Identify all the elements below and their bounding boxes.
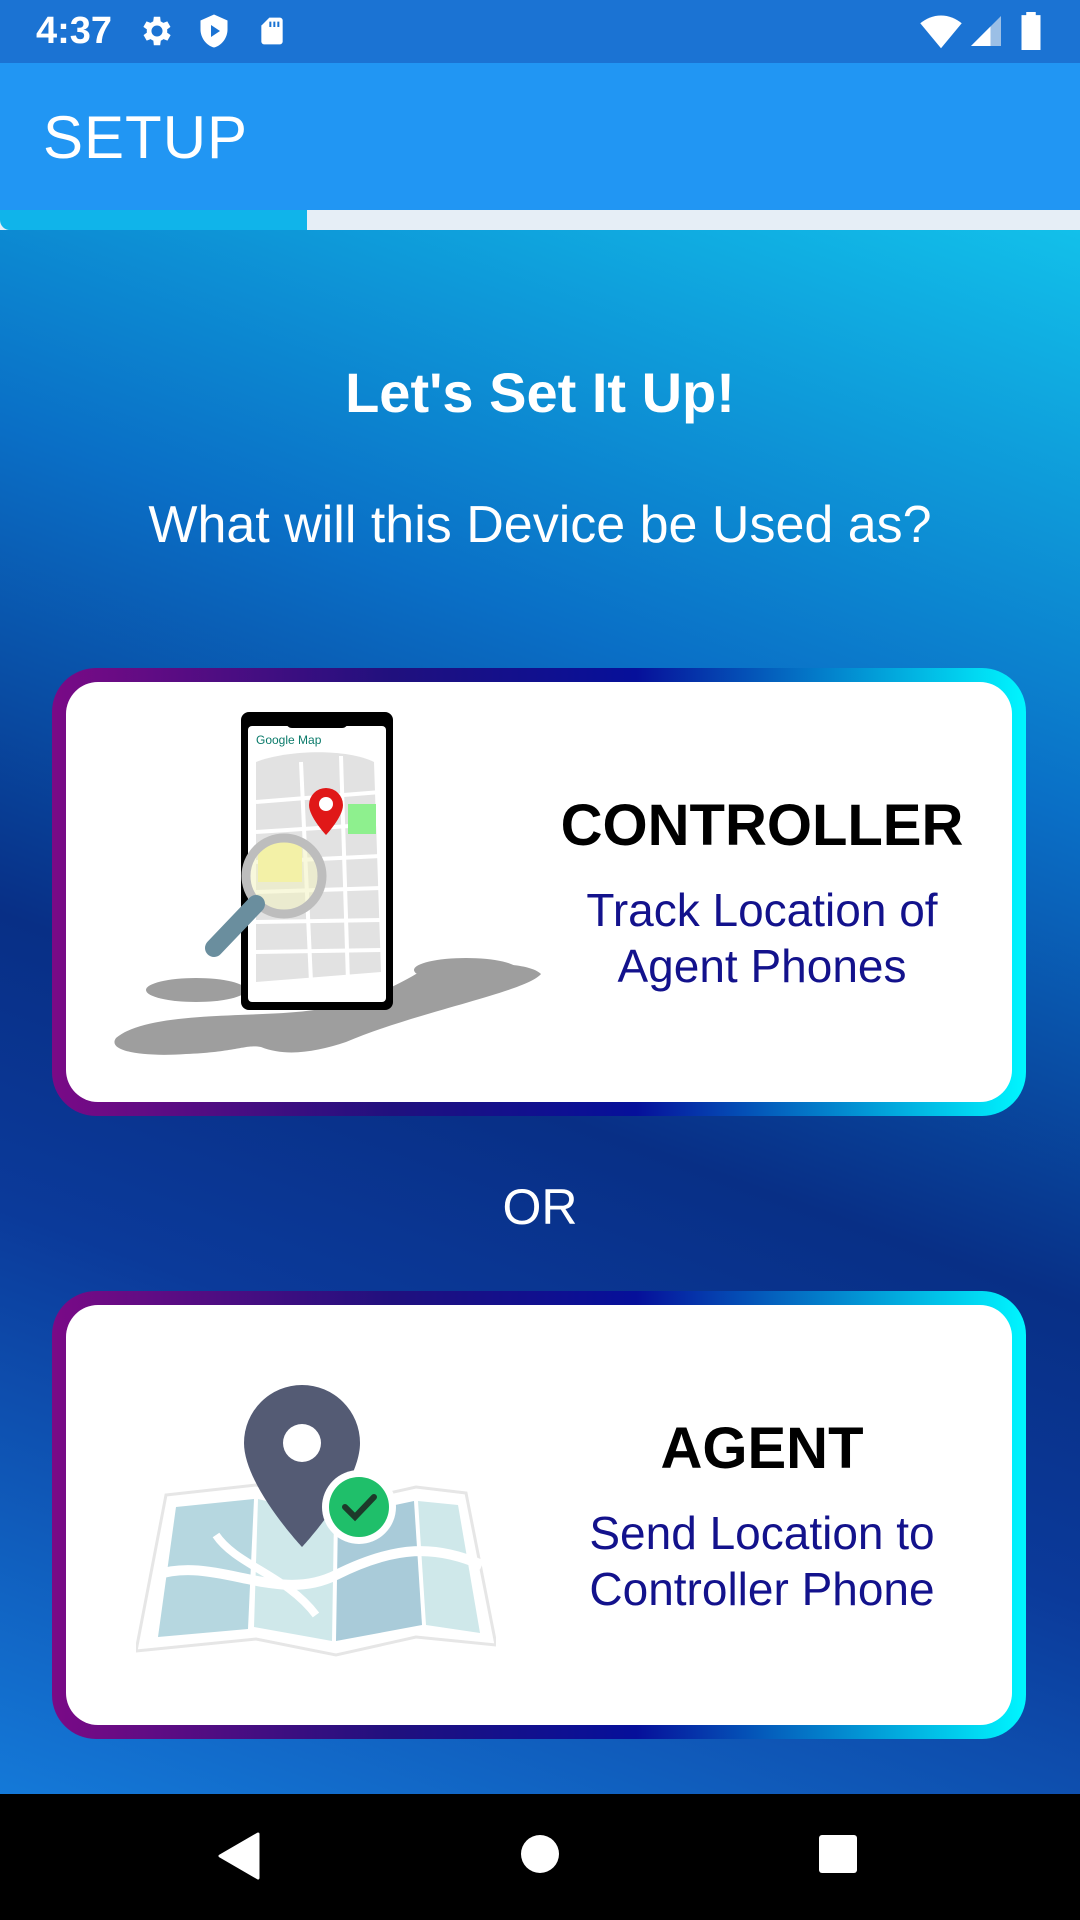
phone-map-search-illustration: Google Map [114, 712, 541, 1055]
app-bar: SETUP [0, 63, 1080, 210]
agent-option-card[interactable]: AGENT Send Location to Controller Phone [52, 1291, 1026, 1739]
agent-title: AGENT [660, 1416, 864, 1481]
main-content: Let's Set It Up! What will this Device b… [0, 230, 1080, 1794]
or-divider-label: OR [502, 1179, 578, 1235]
signal-icon [968, 12, 1004, 55]
recents-icon[interactable] [818, 1834, 858, 1879]
status-time: 4:37 [36, 10, 113, 52]
controller-card-body: Google Map CONTROLLER Track Location of … [66, 682, 1012, 1102]
system-nav-bar [0, 1794, 1080, 1920]
controller-title: CONTROLLER [560, 793, 964, 858]
page-title: SETUP [43, 104, 249, 171]
wifi-icon [920, 12, 962, 55]
agent-description-line-2: Controller Phone [589, 1563, 935, 1615]
controller-option-card[interactable]: Google Map CONTROLLER Track Location of … [52, 668, 1026, 1116]
setup-heading: Let's Set It Up! [345, 361, 735, 424]
home-icon[interactable] [520, 1834, 560, 1879]
progress-fill [0, 210, 307, 230]
setup-question: What will this Device be Used as? [148, 496, 932, 554]
shield-play-icon [196, 12, 232, 55]
agent-card-body: AGENT Send Location to Controller Phone [66, 1305, 1012, 1725]
agent-description: Send Location to Controller Phone [552, 1505, 972, 1617]
map-pin-check-illustration [136, 1385, 496, 1657]
agent-description-line-1: Send Location to [589, 1507, 935, 1559]
setup-progress-bar [0, 210, 1080, 230]
status-bar: 4:37 [0, 0, 1080, 63]
controller-description-line-1: Track Location of [586, 884, 938, 936]
sd-card-icon [256, 12, 288, 55]
controller-description: Track Location of Agent Phones [552, 882, 972, 994]
map-app-label: Google Map [256, 733, 322, 747]
back-icon[interactable] [218, 1832, 260, 1885]
battery-icon [1018, 12, 1044, 55]
gear-icon [138, 12, 176, 55]
controller-description-line-2: Agent Phones [617, 940, 907, 992]
